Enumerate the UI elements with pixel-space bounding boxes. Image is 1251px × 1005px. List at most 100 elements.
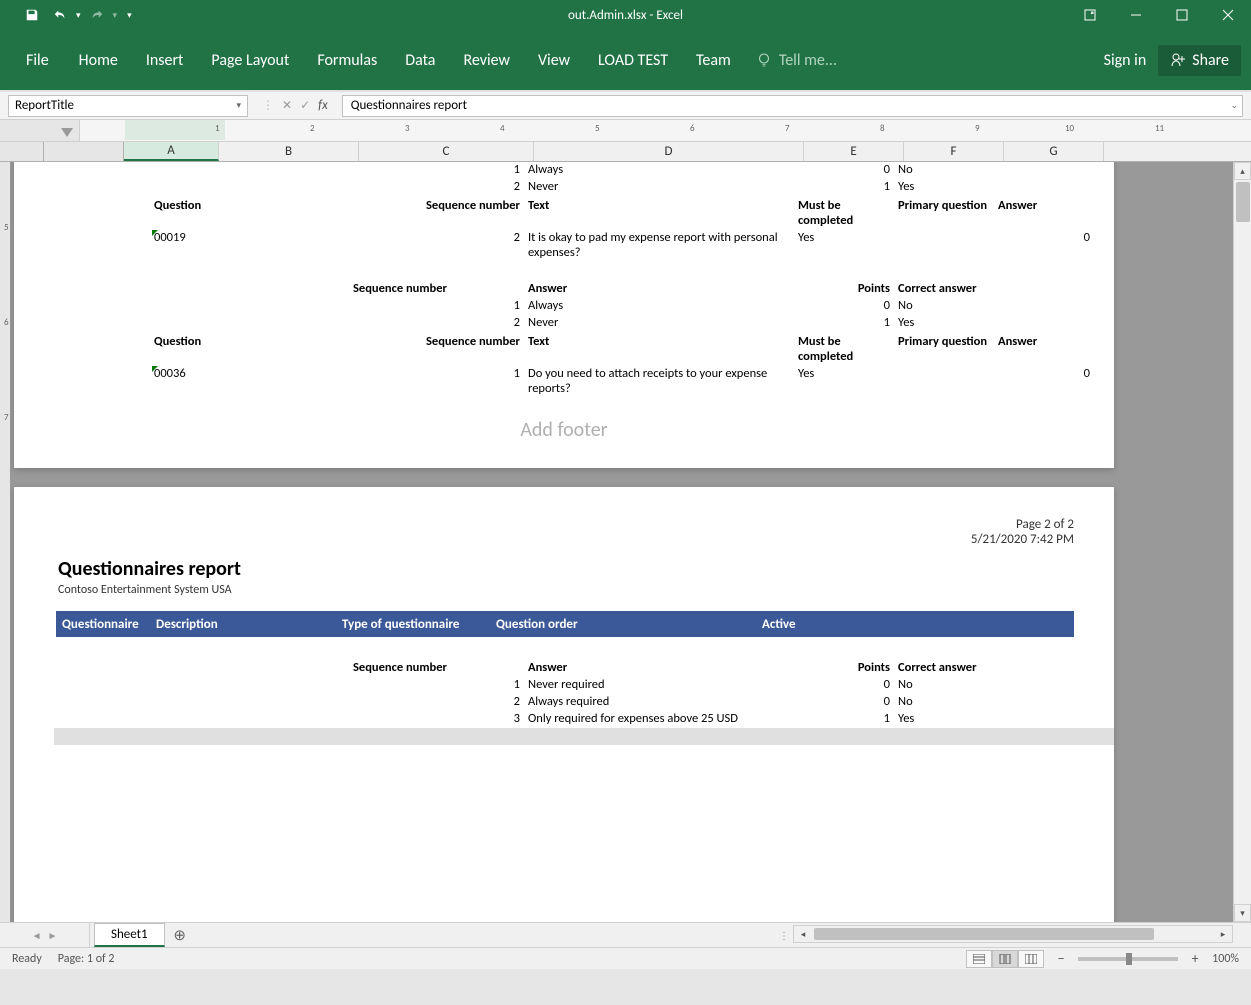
- column-header-B[interactable]: B: [219, 142, 359, 161]
- sheet-nav-next-icon[interactable]: ►: [48, 929, 58, 942]
- page-layout-view-button[interactable]: [992, 950, 1018, 968]
- page-break-view-button[interactable]: [1018, 950, 1044, 968]
- quick-access-toolbar: ▾ ▾ ▾: [0, 3, 132, 27]
- tab-home[interactable]: Home: [65, 30, 132, 90]
- row-23[interactable]: [114, 264, 1114, 281]
- cancel-formula-button[interactable]: ✕: [282, 98, 292, 113]
- sheet-nav-prev-icon[interactable]: ◄: [32, 929, 42, 942]
- tab-data[interactable]: Data: [391, 30, 449, 90]
- scroll-up-button[interactable]: ▴: [1234, 162, 1251, 180]
- sheet-tab-sheet1[interactable]: Sheet1: [94, 923, 165, 947]
- scroll-left-button[interactable]: ◂: [794, 926, 812, 942]
- row-26[interactable]: 2 Never 1 Yes: [114, 315, 1114, 332]
- row-36[interactable]: [114, 762, 1114, 779]
- row-37[interactable]: [114, 779, 1114, 796]
- th-description: Description: [156, 617, 342, 632]
- row-29[interactable]: [114, 643, 1114, 660]
- tab-page-layout[interactable]: Page Layout: [197, 30, 303, 90]
- tab-load-test[interactable]: LOAD TEST: [584, 30, 682, 90]
- undo-button[interactable]: [48, 3, 72, 27]
- row-24[interactable]: Sequence number Answer Points Correct an…: [114, 281, 1114, 298]
- scroll-right-button[interactable]: ▸: [1214, 926, 1232, 942]
- status-page: Page: 1 of 2: [58, 952, 115, 966]
- save-button[interactable]: [20, 3, 44, 27]
- select-all-triangle-icon[interactable]: [61, 128, 73, 137]
- tab-team[interactable]: Team: [682, 30, 745, 90]
- column-header-F[interactable]: F: [904, 142, 1004, 161]
- zoom-slider[interactable]: [1078, 957, 1178, 961]
- column-header-G[interactable]: G: [1004, 142, 1104, 161]
- row-20[interactable]: 2 Never 1 Yes: [114, 179, 1114, 196]
- expand-formula-bar-icon[interactable]: ⌄: [1230, 100, 1238, 111]
- close-button[interactable]: [1205, 0, 1251, 30]
- zoom-slider-thumb[interactable]: [1126, 953, 1132, 965]
- redo-button[interactable]: [85, 3, 109, 27]
- row-28[interactable]: 00036 1 Do you need to attach receipts t…: [114, 366, 1114, 400]
- row-39[interactable]: [114, 813, 1114, 830]
- ruler-track[interactable]: 1 2 3 4 5 6 7 8 9 10 11: [80, 120, 1251, 141]
- column-header-E[interactable]: E: [804, 142, 904, 161]
- view-buttons: [966, 950, 1044, 968]
- row-30[interactable]: Sequence number Answer Points Correct an…: [114, 660, 1114, 677]
- page-indicator: Page 2 of 2: [14, 517, 1074, 532]
- vertical-ruler: 5 6 7: [0, 162, 10, 922]
- zoom-in-button[interactable]: +: [1188, 950, 1202, 967]
- status-bar: Ready Page: 1 of 2 − + 100%: [0, 947, 1251, 969]
- row-22[interactable]: 00019 2 It is okay to pad my expense rep…: [114, 230, 1114, 264]
- row-40[interactable]: [114, 830, 1114, 847]
- redo-dropdown-icon[interactable]: ▾: [113, 10, 118, 21]
- sign-in-button[interactable]: Sign in: [1104, 51, 1147, 70]
- maximize-button[interactable]: [1159, 0, 1205, 30]
- column-header-A[interactable]: A: [124, 142, 219, 161]
- tab-review[interactable]: Review: [449, 30, 524, 90]
- row-35[interactable]: [114, 745, 1114, 762]
- minimize-button[interactable]: [1113, 0, 1159, 30]
- sheet-canvas[interactable]: 19 20 21 22 23 24 25 26 27 28 1 Always 0: [10, 162, 1251, 922]
- row-27[interactable]: Question Sequence number Text Must be co…: [114, 332, 1114, 366]
- chevron-down-icon[interactable]: ▾: [236, 100, 241, 111]
- file-tab[interactable]: File: [10, 30, 65, 90]
- row-33[interactable]: 3 Only required for expenses above 25 US…: [114, 711, 1114, 728]
- th-active: Active: [762, 617, 842, 632]
- name-box[interactable]: ReportTitle ▾: [8, 95, 248, 117]
- scroll-thumb[interactable]: [1236, 182, 1250, 222]
- tell-me-search[interactable]: Tell me...: [755, 51, 837, 70]
- row-31[interactable]: 1 Never required 0 No: [114, 677, 1114, 694]
- insert-function-button[interactable]: fx: [318, 98, 328, 113]
- column-header-D[interactable]: D: [534, 142, 804, 161]
- row-19[interactable]: 1 Always 0 No: [114, 162, 1114, 179]
- tab-view[interactable]: View: [524, 30, 584, 90]
- undo-dropdown-icon[interactable]: ▾: [76, 10, 81, 21]
- add-sheet-button[interactable]: ⊕: [165, 923, 195, 947]
- column-header-C[interactable]: C: [359, 142, 534, 161]
- lightbulb-icon: [755, 51, 773, 69]
- formula-input[interactable]: Questionnaires report ⌄: [342, 95, 1243, 117]
- zoom-level[interactable]: 100%: [1212, 952, 1239, 966]
- zoom-out-button[interactable]: −: [1054, 950, 1068, 967]
- column-headers: A B C D E F G: [0, 142, 1251, 162]
- ribbon-display-options-button[interactable]: [1067, 0, 1113, 30]
- row-34[interactable]: [54, 728, 1114, 745]
- formula-bar: ReportTitle ▾ ⋮ ✕ ✓ fx Questionnaires re…: [0, 90, 1251, 120]
- tab-insert[interactable]: Insert: [132, 30, 198, 90]
- normal-view-button[interactable]: [966, 950, 992, 968]
- row-32[interactable]: 2 Always required 0 No: [114, 694, 1114, 711]
- scroll-down-button[interactable]: ▾: [1234, 904, 1251, 922]
- hscroll-thumb[interactable]: [814, 928, 1154, 940]
- vertical-scrollbar[interactable]: ▴ ▾: [1233, 162, 1251, 922]
- tab-formulas[interactable]: Formulas: [303, 30, 391, 90]
- add-footer-placeholder[interactable]: Add footer: [14, 400, 1114, 460]
- share-button[interactable]: Share: [1158, 45, 1241, 76]
- sheet-nav-buttons[interactable]: ◄ ►: [0, 923, 90, 947]
- formula-value: Questionnaires report: [351, 98, 467, 113]
- hscroll-track[interactable]: [812, 926, 1214, 942]
- row-42[interactable]: [114, 864, 1114, 881]
- row-41[interactable]: [114, 847, 1114, 864]
- qat-customize-icon[interactable]: ▾: [127, 10, 132, 21]
- enter-formula-button[interactable]: ✓: [300, 98, 310, 113]
- row-25[interactable]: 1 Always 0 No: [114, 298, 1114, 315]
- row-38[interactable]: [114, 796, 1114, 813]
- horizontal-scrollbar[interactable]: ◂ ▸: [793, 925, 1233, 943]
- row-21[interactable]: Question Sequence number Text Must be co…: [114, 196, 1114, 230]
- tab-split-handle[interactable]: ⋮: [779, 929, 789, 942]
